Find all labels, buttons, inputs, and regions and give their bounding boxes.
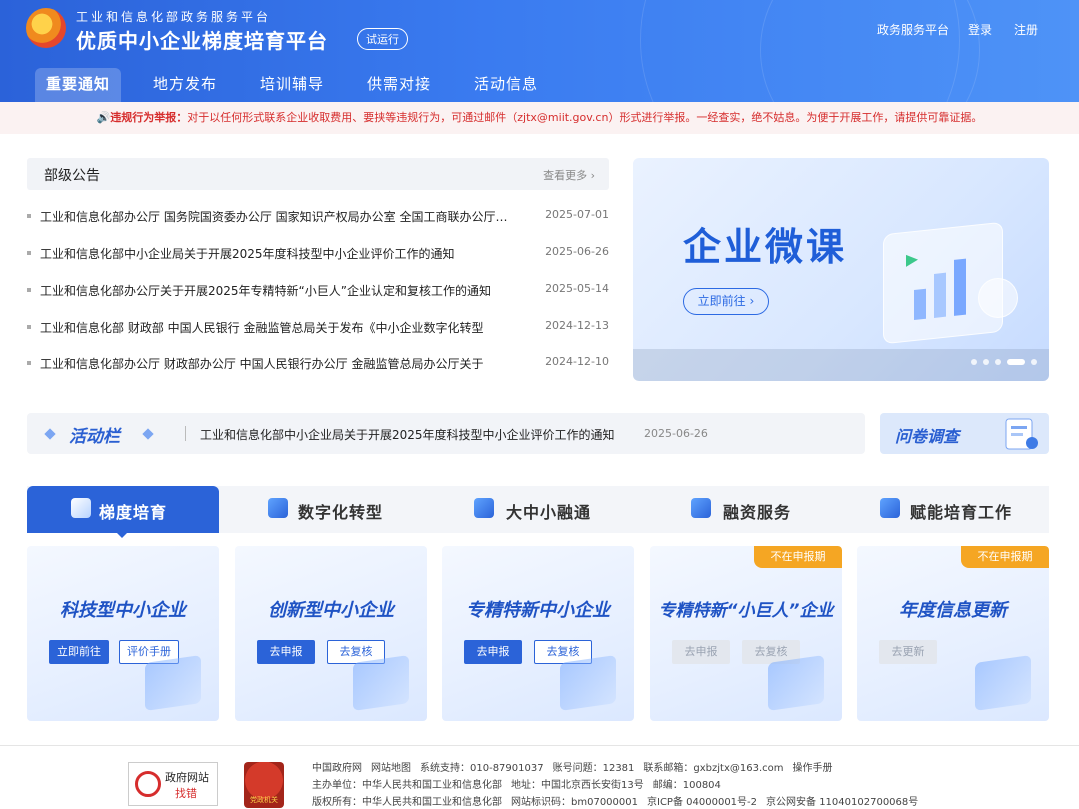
- banner-title: 企业微课: [683, 225, 848, 269]
- header-decoration: [760, 0, 980, 102]
- site-subtitle: 工业和信息化部政务服务平台: [76, 10, 272, 24]
- shield-icon: [71, 498, 91, 518]
- card-specialized-sme: 专精特新中小企业 去申报 去复核: [442, 546, 634, 721]
- card-title: 专精特新中小企业: [466, 600, 610, 621]
- login-link[interactable]: 登录: [968, 21, 992, 38]
- bullet-icon: [27, 288, 31, 292]
- card-title: 专精特新“小巨人”企业: [658, 601, 834, 621]
- coin-icon: [691, 498, 711, 518]
- cube-illustration-icon: [560, 655, 616, 711]
- cat-tab-empower[interactable]: 赋能培育工作: [852, 486, 1049, 533]
- robot-arm-illustration-icon: [975, 655, 1031, 711]
- nav-tab-activity[interactable]: 活动信息: [463, 68, 549, 102]
- activity-bar: 活动栏 工业和信息化部中小企业局关于开展2025年度科技型中小企业评价工作的通知…: [27, 413, 865, 454]
- survey-button[interactable]: 问卷调查: [880, 413, 1049, 454]
- carousel-dot[interactable]: [995, 359, 1001, 365]
- bullet-icon: [27, 361, 31, 365]
- nav-tab-important[interactable]: 重要通知: [35, 68, 121, 102]
- sitemap-link[interactable]: 网站地图: [371, 763, 411, 774]
- clipboard-icon: [1005, 418, 1038, 450]
- gov-service-link[interactable]: 政务服务平台: [877, 21, 949, 38]
- announcement-item[interactable]: 工业和信息化部办公厅 财政部办公厅 中国人民银行办公厅 金融监管总局办公厅关于 2…: [27, 353, 609, 373]
- announcements-header: 部级公告 查看更多 ›: [27, 158, 609, 190]
- nav-tab-supply[interactable]: 供需对接: [356, 68, 442, 102]
- divider: [185, 426, 186, 441]
- active-tab-arrow: [115, 531, 129, 538]
- manual-link[interactable]: 操作手册: [793, 763, 833, 774]
- apply-button[interactable]: 去申报: [257, 640, 315, 664]
- bullet-icon: [27, 251, 31, 255]
- card-tech-sme: 科技型中小企业 立即前往 评价手册: [27, 546, 219, 721]
- notice-text: 对于以任何形式联系企业收取费用、要挟等违规行为，可通过邮件（zjtx@miit.…: [187, 111, 983, 124]
- announcement-item[interactable]: 工业和信息化部办公厅 国务院国资委办公厅 国家知识产权局办公室 全国工商联办公厅…: [27, 206, 609, 226]
- card-innovative-sme: 创新型中小企业 去申报 去复核: [235, 546, 427, 721]
- report-notice: 🔊违规行为举报：对于以任何形式联系企业收取费用、要挟等违规行为，可通过邮件（zj…: [0, 102, 1079, 134]
- rocket-illustration-icon: [353, 655, 409, 711]
- announcement-item[interactable]: 工业和信息化部办公厅关于开展2025年专精特新“小巨人”企业认定和复核工作的通知…: [27, 280, 609, 300]
- police-record-link[interactable]: 京公网安备 11040102700068号: [766, 797, 918, 808]
- site-logo-icon[interactable]: [26, 8, 66, 48]
- bullet-icon: [27, 214, 31, 218]
- card-title: 创新型中小企业: [268, 600, 394, 621]
- carousel-dot[interactable]: [971, 359, 977, 365]
- site-footer: 政府网站 找错 党政机关 中国政府网 网站地图 系统支持：010-87901037 账…: [0, 745, 1079, 809]
- carousel-dot[interactable]: [1031, 359, 1037, 365]
- register-link[interactable]: 注册: [1014, 21, 1038, 38]
- notice-label: 违规行为举报：: [110, 111, 188, 124]
- announcement-item[interactable]: 工业和信息化部 财政部 中国人民银行 金融监管总局关于发布《中小企业数字化转型 2…: [27, 317, 609, 337]
- footer-row-links: 中国政府网 网站地图 系统支持：010-87901037 账号问题：12381 联系邮箱…: [312, 763, 833, 774]
- diamond-icon: [142, 428, 154, 440]
- diamond-icon: [44, 428, 56, 440]
- view-more-link[interactable]: 查看更多 ›: [543, 167, 595, 183]
- micro-course-banner[interactable]: 企业微课 立即前往 ›: [633, 158, 1049, 381]
- beta-badge: 试运行: [357, 28, 408, 50]
- cat-tab-gradient[interactable]: 梯度培育: [27, 486, 219, 533]
- gov-site-error-badge[interactable]: 政府网站 找错: [128, 762, 218, 806]
- not-in-period-badge: 不在申报期: [754, 546, 842, 568]
- site-title[interactable]: 优质中小企业梯度培育平台: [76, 25, 328, 54]
- survey-label: 问卷调查: [895, 427, 960, 446]
- card-title: 科技型中小企业: [60, 600, 186, 621]
- go-now-button[interactable]: 立即前往: [49, 640, 109, 664]
- cat-tab-digital[interactable]: 数字化转型: [240, 486, 440, 533]
- carousel-dot[interactable]: [983, 359, 989, 365]
- party-gov-emblem-icon[interactable]: 党政机关: [244, 762, 284, 808]
- card-little-giant: 不在申报期 专精特新“小巨人”企业 去申报 去复核: [650, 546, 842, 721]
- nav-tab-local[interactable]: 地方发布: [142, 68, 228, 102]
- update-button-disabled: 去更新: [879, 640, 937, 664]
- not-in-period-badge: 不在申报期: [961, 546, 1049, 568]
- cat-tab-finance[interactable]: 融资服务: [665, 486, 845, 533]
- bullet-icon: [27, 325, 31, 329]
- card-title: 年度信息更新: [899, 600, 1007, 621]
- announcement-item[interactable]: 工业和信息化部中小企业局关于开展2025年度科技型中小企业评价工作的通知 2025…: [27, 243, 609, 263]
- icp-link[interactable]: 京ICP备 04000001号-2: [647, 797, 757, 808]
- nav-tab-training[interactable]: 培训辅导: [249, 68, 335, 102]
- monitor-icon: [880, 498, 900, 518]
- site-header: 工业和信息化部政务服务平台 优质中小企业梯度培育平台 试运行 政务服务平台 登录…: [0, 0, 1079, 102]
- activity-label: 活动栏: [69, 427, 120, 447]
- carousel-dot-active[interactable]: [1007, 359, 1025, 365]
- banner-go-button[interactable]: 立即前往 ›: [683, 288, 769, 315]
- apply-button-disabled: 去申报: [672, 640, 730, 664]
- footer-row-organizer: 主办单位：中华人民共和国工业和信息化部 地址：中国北京西长安街13号 邮编：1008…: [312, 780, 721, 791]
- play-orb-icon: [978, 278, 1018, 318]
- pie-chart-icon: [268, 498, 288, 518]
- building-illustration-icon: [145, 655, 201, 711]
- gov-cn-link[interactable]: 中国政府网: [312, 763, 362, 774]
- carousel-dots: [965, 350, 1037, 369]
- footer-row-copyright: 版权所有：中华人民共和国工业和信息化部 网站标识码：bm07000001 京ICP备…: [312, 797, 919, 808]
- announcements-title: 部级公告: [44, 168, 100, 184]
- cat-tab-integration[interactable]: 大中小融通: [448, 486, 648, 533]
- card-annual-update: 不在申报期 年度信息更新 去更新: [857, 546, 1049, 721]
- link-icon: [474, 498, 494, 518]
- magnifier-icon: [135, 771, 161, 797]
- apply-button[interactable]: 去申报: [464, 640, 522, 664]
- speaker-icon: 🔊: [96, 111, 111, 124]
- activity-link[interactable]: 工业和信息化部中小企业局关于开展2025年度科技型中小企业评价工作的通知: [200, 426, 615, 443]
- activity-date: 2025-06-26: [644, 427, 708, 440]
- trophy-illustration-icon: [768, 655, 824, 711]
